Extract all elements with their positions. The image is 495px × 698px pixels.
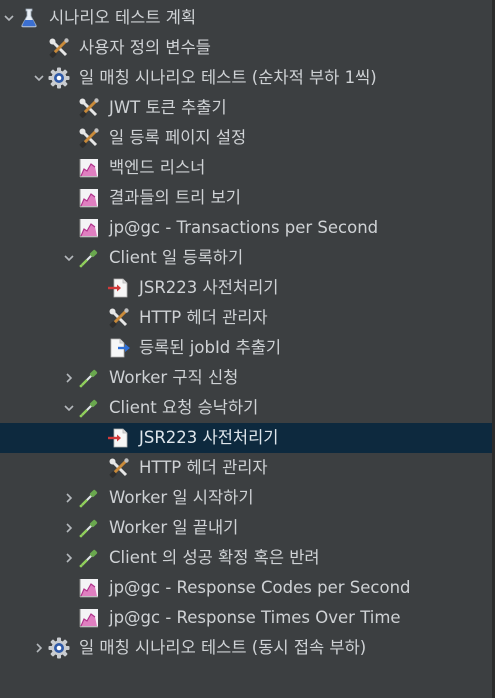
tree-node-label: jp@gc - Response Times Over Time xyxy=(109,608,401,627)
tree-node-label: 시나리오 테스트 계획 xyxy=(49,8,197,27)
tree-node-test-plan[interactable]: 시나리오 테스트 계획 xyxy=(0,3,492,33)
tree-node-label: HTTP 헤더 관리자 xyxy=(139,458,268,477)
tree-node-label: Worker 일 시작하기 xyxy=(109,488,254,507)
tree-node-label: 일 등록 페이지 설정 xyxy=(109,128,247,147)
tree-node-label: 사용자 정의 변수들 xyxy=(79,38,211,57)
gear-icon xyxy=(48,637,70,659)
tree-node-view-results-tree[interactable]: 결과들의 트리 보기 xyxy=(0,183,492,213)
preprocessor-icon xyxy=(108,427,130,449)
tree-node-client-accept-request[interactable]: Client 요청 승낙하기 xyxy=(0,393,492,423)
tree-node-label: Client 의 성공 확정 혹은 반려 xyxy=(109,548,320,567)
chevron-right-icon[interactable] xyxy=(62,521,76,535)
chevron-right-icon[interactable] xyxy=(62,371,76,385)
tree-node-client-confirm-or-reject[interactable]: Client 의 성공 확정 혹은 반려 xyxy=(0,543,492,573)
flask-icon xyxy=(18,7,40,29)
tree-node-label: 백엔드 리스너 xyxy=(109,158,206,177)
chevron-right-icon[interactable] xyxy=(62,491,76,505)
graph-icon xyxy=(78,217,100,239)
tree-node-transactions-per-second[interactable]: jp@gc - Transactions per Second xyxy=(0,213,492,243)
tree-node-label: Client 요청 승낙하기 xyxy=(109,398,259,417)
tree-node-job-register-page-config[interactable]: 일 등록 페이지 설정 xyxy=(0,123,492,153)
tree-node-user-variables[interactable]: 사용자 정의 변수들 xyxy=(0,33,492,63)
chevron-right-icon[interactable] xyxy=(62,551,76,565)
tree-node-label: Worker 일 끝내기 xyxy=(109,518,239,537)
tree-node-jsr223-preprocessor-1[interactable]: JSR223 사전처리기 xyxy=(0,273,492,303)
tree-node-label: Client 일 등록하기 xyxy=(109,248,244,267)
chevron-down-icon[interactable] xyxy=(62,401,76,415)
graph-icon xyxy=(78,607,100,629)
gear-icon xyxy=(48,67,70,89)
tree-node-worker-job-finish[interactable]: Worker 일 끝내기 xyxy=(0,513,492,543)
tree-node-backend-listener[interactable]: 백엔드 리스너 xyxy=(0,153,492,183)
preprocessor-icon xyxy=(108,277,130,299)
tree-node-jsr223-preprocessor-2[interactable]: JSR223 사전처리기 xyxy=(0,423,492,453)
chevron-down-icon[interactable] xyxy=(2,11,16,25)
tree-node-label: 결과들의 트리 보기 xyxy=(109,188,241,207)
pipette-icon xyxy=(78,487,100,509)
tree-node-thread-group-concurrent[interactable]: 일 매칭 시나리오 테스트 (동시 접속 부하) xyxy=(0,633,492,663)
tree-node-jwt-token-extractor[interactable]: JWT 토큰 추출기 xyxy=(0,93,492,123)
chevron-down-icon[interactable] xyxy=(32,71,46,85)
tree-node-label: jp@gc - Transactions per Second xyxy=(109,218,379,237)
chevron-down-icon[interactable] xyxy=(62,251,76,265)
tree-node-response-codes-per-second[interactable]: jp@gc - Response Codes per Second xyxy=(0,573,492,603)
tree-node-client-job-register[interactable]: Client 일 등록하기 xyxy=(0,243,492,273)
pipette-icon xyxy=(78,367,100,389)
tree-node-worker-job-apply[interactable]: Worker 구직 신청 xyxy=(0,363,492,393)
tree-node-label: Worker 구직 신청 xyxy=(109,368,239,387)
tree-node-label: HTTP 헤더 관리자 xyxy=(139,308,268,327)
pipette-icon xyxy=(78,517,100,539)
chevron-right-icon[interactable] xyxy=(32,641,46,655)
extractor-icon xyxy=(108,337,130,359)
graph-icon xyxy=(78,187,100,209)
wrench-icon xyxy=(48,37,70,59)
tree-node-label: 일 매칭 시나리오 테스트 (순차적 부하 1씩) xyxy=(79,68,377,87)
tree-node-label: jp@gc - Response Codes per Second xyxy=(109,578,411,597)
tree-node-jobid-extractor[interactable]: 등록된 jobId 추출기 xyxy=(0,333,492,363)
tree-node-label: 일 매칭 시나리오 테스트 (동시 접속 부하) xyxy=(79,638,367,657)
tree-node-label: JSR223 사전처리기 xyxy=(139,428,279,447)
tree-node-worker-job-start[interactable]: Worker 일 시작하기 xyxy=(0,483,492,513)
wrench-icon xyxy=(108,307,130,329)
wrench-icon xyxy=(108,457,130,479)
tree-node-label: JWT 토큰 추출기 xyxy=(109,98,227,117)
wrench-icon xyxy=(78,97,100,119)
tree-node-http-header-manager-1[interactable]: HTTP 헤더 관리자 xyxy=(0,303,492,333)
tree-node-http-header-manager-2[interactable]: HTTP 헤더 관리자 xyxy=(0,453,492,483)
tree-node-response-times-over-time[interactable]: jp@gc - Response Times Over Time xyxy=(0,603,492,633)
graph-icon xyxy=(78,577,100,599)
pipette-icon xyxy=(78,547,100,569)
graph-icon xyxy=(78,157,100,179)
pipette-icon xyxy=(78,397,100,419)
tree-node-thread-group-sequential[interactable]: 일 매칭 시나리오 테스트 (순차적 부하 1씩) xyxy=(0,63,492,93)
wrench-icon xyxy=(78,127,100,149)
tree-node-label: 등록된 jobId 추출기 xyxy=(139,338,282,357)
tree-node-label: JSR223 사전처리기 xyxy=(139,278,279,297)
pipette-icon xyxy=(78,247,100,269)
